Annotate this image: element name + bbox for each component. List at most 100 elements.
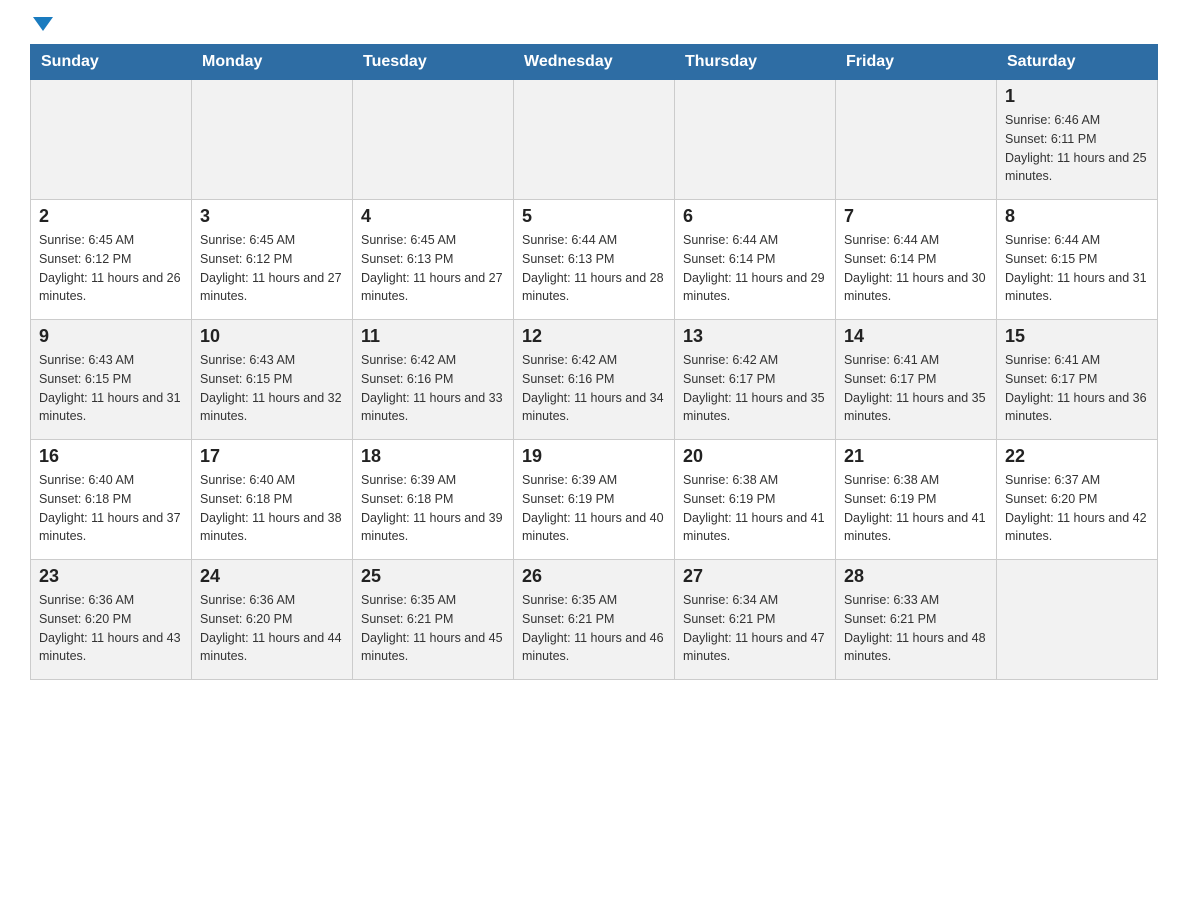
day-number: 11 (361, 326, 505, 347)
day-number: 23 (39, 566, 183, 587)
day-number: 24 (200, 566, 344, 587)
calendar-day-cell: 16 Sunrise: 6:40 AM Sunset: 6:18 PM Dayli… (31, 440, 192, 560)
calendar-day-cell: 13 Sunrise: 6:42 AM Sunset: 6:17 PM Dayli… (675, 320, 836, 440)
calendar-day-cell: 5Sunrise: 6:44 AM Sunset: 6:13 PM Daylig… (514, 200, 675, 320)
day-info: Sunrise: 6:42 AM Sunset: 6:16 PM Dayligh… (522, 351, 666, 426)
calendar-day-cell (192, 80, 353, 200)
day-number: 26 (522, 566, 666, 587)
calendar-day-cell: 26 Sunrise: 6:35 AM Sunset: 6:21 PM Dayli… (514, 560, 675, 680)
day-number: 17 (200, 446, 344, 467)
calendar-day-cell (514, 80, 675, 200)
calendar-day-cell: 1 Sunrise: 6:46 AM Sunset: 6:11 PM Daylig… (997, 80, 1158, 200)
day-of-week-header: Monday (192, 45, 353, 80)
calendar-day-cell: 15 Sunrise: 6:41 AM Sunset: 6:17 PM Dayli… (997, 320, 1158, 440)
day-info: Sunrise: 6:42 AM Sunset: 6:17 PM Dayligh… (683, 351, 827, 426)
day-number: 16 (39, 446, 183, 467)
day-number: 15 (1005, 326, 1149, 347)
day-info: Sunrise: 6:35 AM Sunset: 6:21 PM Dayligh… (361, 591, 505, 666)
calendar-day-cell: 23 Sunrise: 6:36 AM Sunset: 6:20 PM Dayli… (31, 560, 192, 680)
day-info: Sunrise: 6:42 AM Sunset: 6:16 PM Dayligh… (361, 351, 505, 426)
calendar-week-row: 16 Sunrise: 6:40 AM Sunset: 6:18 PM Dayli… (31, 440, 1158, 560)
day-number: 13 (683, 326, 827, 347)
day-of-week-header: Tuesday (353, 45, 514, 80)
day-info: Sunrise: 6:38 AM Sunset: 6:19 PM Dayligh… (683, 471, 827, 546)
calendar-day-cell: 12 Sunrise: 6:42 AM Sunset: 6:16 PM Dayli… (514, 320, 675, 440)
day-number: 10 (200, 326, 344, 347)
calendar-day-cell: 4 Sunrise: 6:45 AM Sunset: 6:13 PM Daylig… (353, 200, 514, 320)
day-number: 3 (200, 206, 344, 227)
day-of-week-header: Saturday (997, 45, 1158, 80)
day-info: Sunrise: 6:35 AM Sunset: 6:21 PM Dayligh… (522, 591, 666, 666)
calendar-day-cell: 22Sunrise: 6:37 AM Sunset: 6:20 PM Dayli… (997, 440, 1158, 560)
calendar-day-cell: 6 Sunrise: 6:44 AM Sunset: 6:14 PM Daylig… (675, 200, 836, 320)
day-info: Sunrise: 6:40 AM Sunset: 6:18 PM Dayligh… (39, 471, 183, 546)
day-of-week-header: Wednesday (514, 45, 675, 80)
day-info: Sunrise: 6:41 AM Sunset: 6:17 PM Dayligh… (844, 351, 988, 426)
calendar-table: SundayMondayTuesdayWednesdayThursdayFrid… (30, 44, 1158, 680)
day-info: Sunrise: 6:44 AM Sunset: 6:14 PM Dayligh… (844, 231, 988, 306)
day-info: Sunrise: 6:41 AM Sunset: 6:17 PM Dayligh… (1005, 351, 1149, 426)
day-info: Sunrise: 6:36 AM Sunset: 6:20 PM Dayligh… (39, 591, 183, 666)
calendar-day-cell: 8 Sunrise: 6:44 AM Sunset: 6:15 PM Daylig… (997, 200, 1158, 320)
calendar-week-row: 9Sunrise: 6:43 AM Sunset: 6:15 PM Daylig… (31, 320, 1158, 440)
day-info: Sunrise: 6:36 AM Sunset: 6:20 PM Dayligh… (200, 591, 344, 666)
calendar-day-cell: 3 Sunrise: 6:45 AM Sunset: 6:12 PM Daylig… (192, 200, 353, 320)
calendar-day-cell: 25 Sunrise: 6:35 AM Sunset: 6:21 PM Dayli… (353, 560, 514, 680)
day-info: Sunrise: 6:45 AM Sunset: 6:13 PM Dayligh… (361, 231, 505, 306)
day-number: 5 (522, 206, 666, 227)
day-number: 25 (361, 566, 505, 587)
calendar-day-cell: 21 Sunrise: 6:38 AM Sunset: 6:19 PM Dayli… (836, 440, 997, 560)
day-number: 6 (683, 206, 827, 227)
day-info: Sunrise: 6:43 AM Sunset: 6:15 PM Dayligh… (39, 351, 183, 426)
day-info: Sunrise: 6:45 AM Sunset: 6:12 PM Dayligh… (39, 231, 183, 306)
calendar-day-cell: 9Sunrise: 6:43 AM Sunset: 6:15 PM Daylig… (31, 320, 192, 440)
day-info: Sunrise: 6:33 AM Sunset: 6:21 PM Dayligh… (844, 591, 988, 666)
calendar-day-cell: 2 Sunrise: 6:45 AM Sunset: 6:12 PM Daylig… (31, 200, 192, 320)
day-info: Sunrise: 6:40 AM Sunset: 6:18 PM Dayligh… (200, 471, 344, 546)
calendar-day-cell: 17 Sunrise: 6:40 AM Sunset: 6:18 PM Dayli… (192, 440, 353, 560)
day-info: Sunrise: 6:46 AM Sunset: 6:11 PM Dayligh… (1005, 111, 1149, 186)
day-number: 19 (522, 446, 666, 467)
day-number: 18 (361, 446, 505, 467)
calendar-day-cell (997, 560, 1158, 680)
day-info: Sunrise: 6:43 AM Sunset: 6:15 PM Dayligh… (200, 351, 344, 426)
day-number: 12 (522, 326, 666, 347)
calendar-day-cell: 19 Sunrise: 6:39 AM Sunset: 6:19 PM Dayli… (514, 440, 675, 560)
day-info: Sunrise: 6:44 AM Sunset: 6:15 PM Dayligh… (1005, 231, 1149, 306)
calendar-day-cell: 10 Sunrise: 6:43 AM Sunset: 6:15 PM Dayli… (192, 320, 353, 440)
day-of-week-header: Friday (836, 45, 997, 80)
day-info: Sunrise: 6:39 AM Sunset: 6:19 PM Dayligh… (522, 471, 666, 546)
day-of-week-header: Thursday (675, 45, 836, 80)
calendar-day-cell (31, 80, 192, 200)
day-number: 20 (683, 446, 827, 467)
calendar-day-cell: 11 Sunrise: 6:42 AM Sunset: 6:16 PM Dayli… (353, 320, 514, 440)
day-number: 21 (844, 446, 988, 467)
day-number: 8 (1005, 206, 1149, 227)
day-number: 22 (1005, 446, 1149, 467)
day-number: 2 (39, 206, 183, 227)
page-header (30, 20, 1158, 34)
logo-triangle-icon (33, 17, 53, 31)
day-number: 14 (844, 326, 988, 347)
calendar-week-row: 1 Sunrise: 6:46 AM Sunset: 6:11 PM Daylig… (31, 80, 1158, 200)
calendar-week-row: 2 Sunrise: 6:45 AM Sunset: 6:12 PM Daylig… (31, 200, 1158, 320)
calendar-header-row: SundayMondayTuesdayWednesdayThursdayFrid… (31, 45, 1158, 80)
day-info: Sunrise: 6:45 AM Sunset: 6:12 PM Dayligh… (200, 231, 344, 306)
day-number: 1 (1005, 86, 1149, 107)
day-info: Sunrise: 6:34 AM Sunset: 6:21 PM Dayligh… (683, 591, 827, 666)
day-info: Sunrise: 6:39 AM Sunset: 6:18 PM Dayligh… (361, 471, 505, 546)
calendar-day-cell (836, 80, 997, 200)
calendar-day-cell (353, 80, 514, 200)
day-number: 27 (683, 566, 827, 587)
calendar-day-cell (675, 80, 836, 200)
day-info: Sunrise: 6:44 AM Sunset: 6:14 PM Dayligh… (683, 231, 827, 306)
day-number: 28 (844, 566, 988, 587)
calendar-day-cell: 20 Sunrise: 6:38 AM Sunset: 6:19 PM Dayli… (675, 440, 836, 560)
logo (30, 20, 53, 34)
day-number: 4 (361, 206, 505, 227)
day-of-week-header: Sunday (31, 45, 192, 80)
calendar-day-cell: 27 Sunrise: 6:34 AM Sunset: 6:21 PM Dayli… (675, 560, 836, 680)
calendar-day-cell: 18 Sunrise: 6:39 AM Sunset: 6:18 PM Dayli… (353, 440, 514, 560)
day-info: Sunrise: 6:38 AM Sunset: 6:19 PM Dayligh… (844, 471, 988, 546)
day-number: 7 (844, 206, 988, 227)
